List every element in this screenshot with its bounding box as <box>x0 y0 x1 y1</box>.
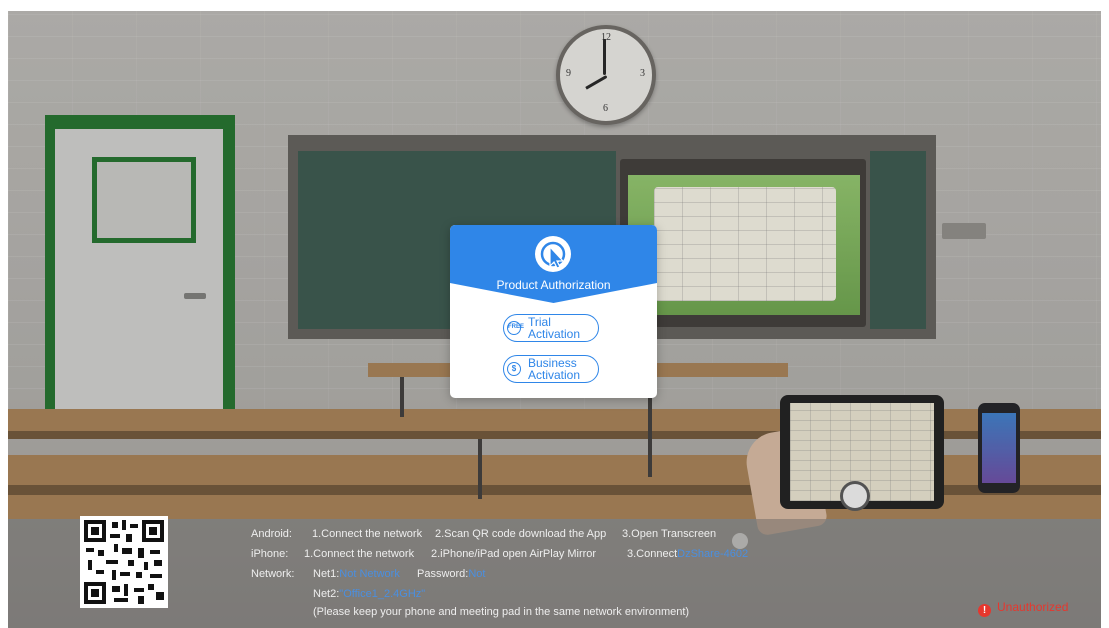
net1-value: Not Network <box>339 568 400 580</box>
edit-icon[interactable] <box>732 533 748 549</box>
cursor-click-logo-icon <box>533 234 573 274</box>
android-label: Android: <box>251 528 292 540</box>
net2-label: Net2: <box>313 588 340 600</box>
iphone-step3: 3.ConnectDzShare-4602 <box>627 548 748 560</box>
hotspot-name: DzShare-4602 <box>677 548 749 560</box>
iphone-step3-prefix: 3.Connect <box>627 548 678 560</box>
network-note: (Please keep your phone and meeting pad … <box>313 606 690 618</box>
qr-code <box>80 516 168 608</box>
trial-label-line2: Activation <box>528 327 581 341</box>
business-activation-label: Business Activation <box>528 357 596 381</box>
password-label: Password: <box>417 568 469 580</box>
trial-activation-label: Trial Activation <box>528 316 596 340</box>
business-activation-button[interactable]: $ Business Activation <box>503 355 599 383</box>
product-authorization-dialog: Product Authorization FREE Trial Activati… <box>450 225 657 398</box>
net1: Net1:Not Network <box>313 568 400 580</box>
android-step2: 2.Scan QR code download the App <box>435 528 607 540</box>
net2-value: "Office1_2.4GHz" <box>339 588 426 600</box>
business-label-line2: Activation <box>528 368 581 382</box>
free-badge-icon: FREE <box>507 321 524 335</box>
iphone-step2: 2.iPhone/iPad open AirPlay Mirror <box>431 548 597 560</box>
net2: Net2:"Office1_2.4GHz" <box>313 588 425 600</box>
android-step3: 3.Open Transcreen <box>622 528 717 540</box>
authorization-status[interactable]: ! Unauthorized <box>978 600 1068 617</box>
error-icon: ! <box>978 604 991 617</box>
net1-label: Net1: <box>313 568 340 580</box>
qr-code-icon <box>84 520 164 604</box>
dollar-coin-icon: $ <box>507 362 521 376</box>
authorization-status-label: Unauthorized <box>997 600 1069 614</box>
dialog-header: Product Authorization <box>450 225 657 319</box>
password: Password:Not <box>417 568 485 580</box>
network-label: Network: <box>251 568 295 580</box>
trial-activation-button[interactable]: FREE Trial Activation <box>503 314 599 342</box>
dialog-title: Product Authorization <box>496 278 611 292</box>
iphone-step1: 1.Connect the network <box>304 548 415 560</box>
iphone-label: iPhone: <box>251 548 289 560</box>
password-value: Not <box>468 568 486 580</box>
android-step1: 1.Connect the network <box>312 528 423 540</box>
